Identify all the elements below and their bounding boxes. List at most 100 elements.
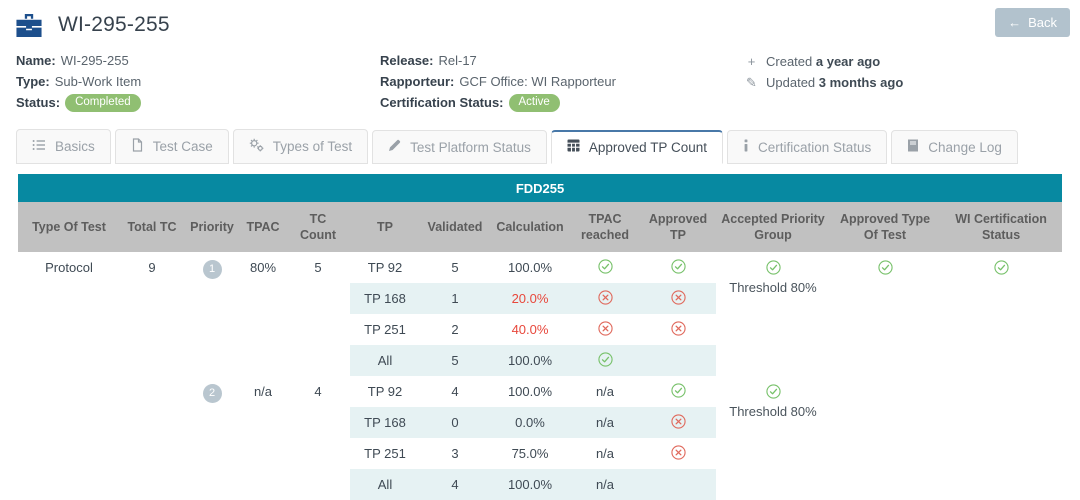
check-circle-icon — [671, 383, 686, 401]
approved-tp-cell — [640, 345, 716, 376]
pencil-icon — [388, 139, 401, 155]
approved-tp-cell — [640, 407, 716, 438]
calculation-cell: 40.0% — [490, 314, 570, 345]
validated-cell: 4 — [420, 469, 490, 500]
tab-change-log[interactable]: Change Log — [891, 130, 1018, 164]
tab-test-case[interactable]: Test Case — [115, 129, 229, 164]
certification-status-badge: Active — [509, 94, 560, 112]
threshold-text: Threshold 80% — [716, 280, 830, 296]
name-value: WI-295-255 — [61, 52, 129, 70]
status-badge: Completed — [65, 94, 141, 112]
check-circle-icon — [598, 352, 613, 370]
tpac-reached-cell: n/a — [570, 407, 640, 438]
table-row: Protocol 9 1 80% 5 TP 92 5 100.0% Thresh… — [18, 252, 1062, 283]
tp-cell: TP 251 — [350, 438, 420, 469]
priority-badge: 1 — [203, 260, 222, 279]
calculation-cell: 20.0% — [490, 283, 570, 314]
tp-cell: TP 168 — [350, 283, 420, 314]
tp-cell: All — [350, 469, 420, 500]
x-circle-icon — [598, 321, 613, 339]
check-circle-icon — [994, 260, 1009, 278]
info-column-left: Name:WI-295-255 Type:Sub-Work Item Statu… — [16, 52, 380, 115]
info-section: Name:WI-295-255 Type:Sub-Work Item Statu… — [16, 52, 1064, 115]
check-circle-icon — [878, 260, 893, 278]
col-approved-tp: Approved TP — [640, 202, 716, 252]
pencil-icon: ✎ — [745, 73, 758, 92]
check-circle-icon — [598, 259, 613, 277]
tpac-reached-cell — [570, 252, 640, 283]
col-tpac-reached: TPAC reached — [570, 202, 640, 252]
status-label: Status: — [16, 94, 60, 112]
tp-cell: TP 168 — [350, 407, 420, 438]
tpac-reached-cell: n/a — [570, 376, 640, 407]
calculation-cell: 100.0% — [490, 469, 570, 500]
calculation-cell: 100.0% — [490, 376, 570, 407]
calculation-cell: 100.0% — [490, 345, 570, 376]
validated-cell: 5 — [420, 252, 490, 283]
tp-cell: TP 92 — [350, 376, 420, 407]
band-group-title: FDD255 — [18, 174, 1062, 202]
approved-type-of-test-cell — [830, 252, 940, 500]
tab-basics[interactable]: Basics — [16, 129, 111, 164]
calculation-cell: 0.0% — [490, 407, 570, 438]
col-total-tc: Total TC — [120, 202, 184, 252]
tc-count-cell: 4 — [286, 376, 350, 500]
tpac-reached-cell: n/a — [570, 438, 640, 469]
check-circle-icon — [671, 259, 686, 277]
info-column-right: + Created a year ago ✎ Updated 3 months … — [745, 52, 1064, 115]
validated-cell: 3 — [420, 438, 490, 469]
column-header-row: Type Of Test Total TC Priority TPAC TC C… — [18, 202, 1062, 252]
col-type-of-test: Type Of Test — [18, 202, 120, 252]
col-accepted-priority-group: Accepted Priority Group — [716, 202, 830, 252]
priority-cell: 2 — [184, 376, 240, 500]
check-circle-icon — [766, 384, 781, 402]
col-validated: Validated — [420, 202, 490, 252]
updated-text: Updated 3 months ago — [766, 73, 903, 92]
tab-types-of-test[interactable]: Types of Test — [233, 129, 368, 164]
approved-tp-cell — [640, 469, 716, 500]
total-tc-cell: 9 — [120, 252, 184, 500]
type-label: Type: — [16, 73, 50, 91]
tpac-reached-cell: n/a — [570, 469, 640, 500]
tpac-cell: n/a — [240, 376, 286, 500]
rapporteur-value: GCF Office: WI Rapporteur — [459, 73, 616, 91]
type-value: Sub-Work Item — [55, 73, 141, 91]
plus-icon: + — [745, 52, 758, 71]
wi-certification-status-cell — [940, 252, 1062, 500]
info-icon — [743, 139, 749, 155]
validated-cell: 5 — [420, 345, 490, 376]
back-label: Back — [1028, 15, 1057, 30]
rapporteur-label: Rapporteur: — [380, 73, 454, 91]
col-tc-count: TC Count — [286, 202, 350, 252]
validated-cell: 1 — [420, 283, 490, 314]
col-wi-certification-status: WI Certification Status — [940, 202, 1062, 252]
back-arrow-icon: ← — [1008, 15, 1021, 30]
briefcase-icon — [16, 14, 42, 37]
threshold-text: Threshold 80% — [716, 404, 830, 420]
tc-count-cell: 5 — [286, 252, 350, 376]
col-tpac: TPAC — [240, 202, 286, 252]
tab-certification-status[interactable]: Certification Status — [727, 130, 887, 164]
tab-approved-tp-count[interactable]: Approved TP Count — [551, 130, 723, 164]
approved-tp-cell — [640, 252, 716, 283]
tp-cell: TP 92 — [350, 252, 420, 283]
validated-cell: 0 — [420, 407, 490, 438]
release-label: Release: — [380, 52, 433, 70]
accepted-priority-group-cell: Threshold 80% — [716, 376, 830, 500]
col-approved-type-of-test: Approved Type Of Test — [830, 202, 940, 252]
tp-cell: TP 251 — [350, 314, 420, 345]
x-circle-icon — [671, 445, 686, 463]
col-calculation: Calculation — [490, 202, 570, 252]
x-circle-icon — [671, 290, 686, 308]
approved-tp-cell — [640, 438, 716, 469]
gears-icon — [249, 138, 264, 155]
approved-tp-cell — [640, 283, 716, 314]
created-text: Created a year ago — [766, 52, 880, 71]
priority-cell: 1 — [184, 252, 240, 376]
tab-test-platform-status[interactable]: Test Platform Status — [372, 130, 547, 164]
certification-status-label: Certification Status: — [380, 94, 504, 112]
back-button[interactable]: ← Back — [995, 8, 1070, 37]
page-title: WI-295-255 — [58, 13, 170, 37]
x-circle-icon — [598, 290, 613, 308]
check-circle-icon — [766, 260, 781, 278]
